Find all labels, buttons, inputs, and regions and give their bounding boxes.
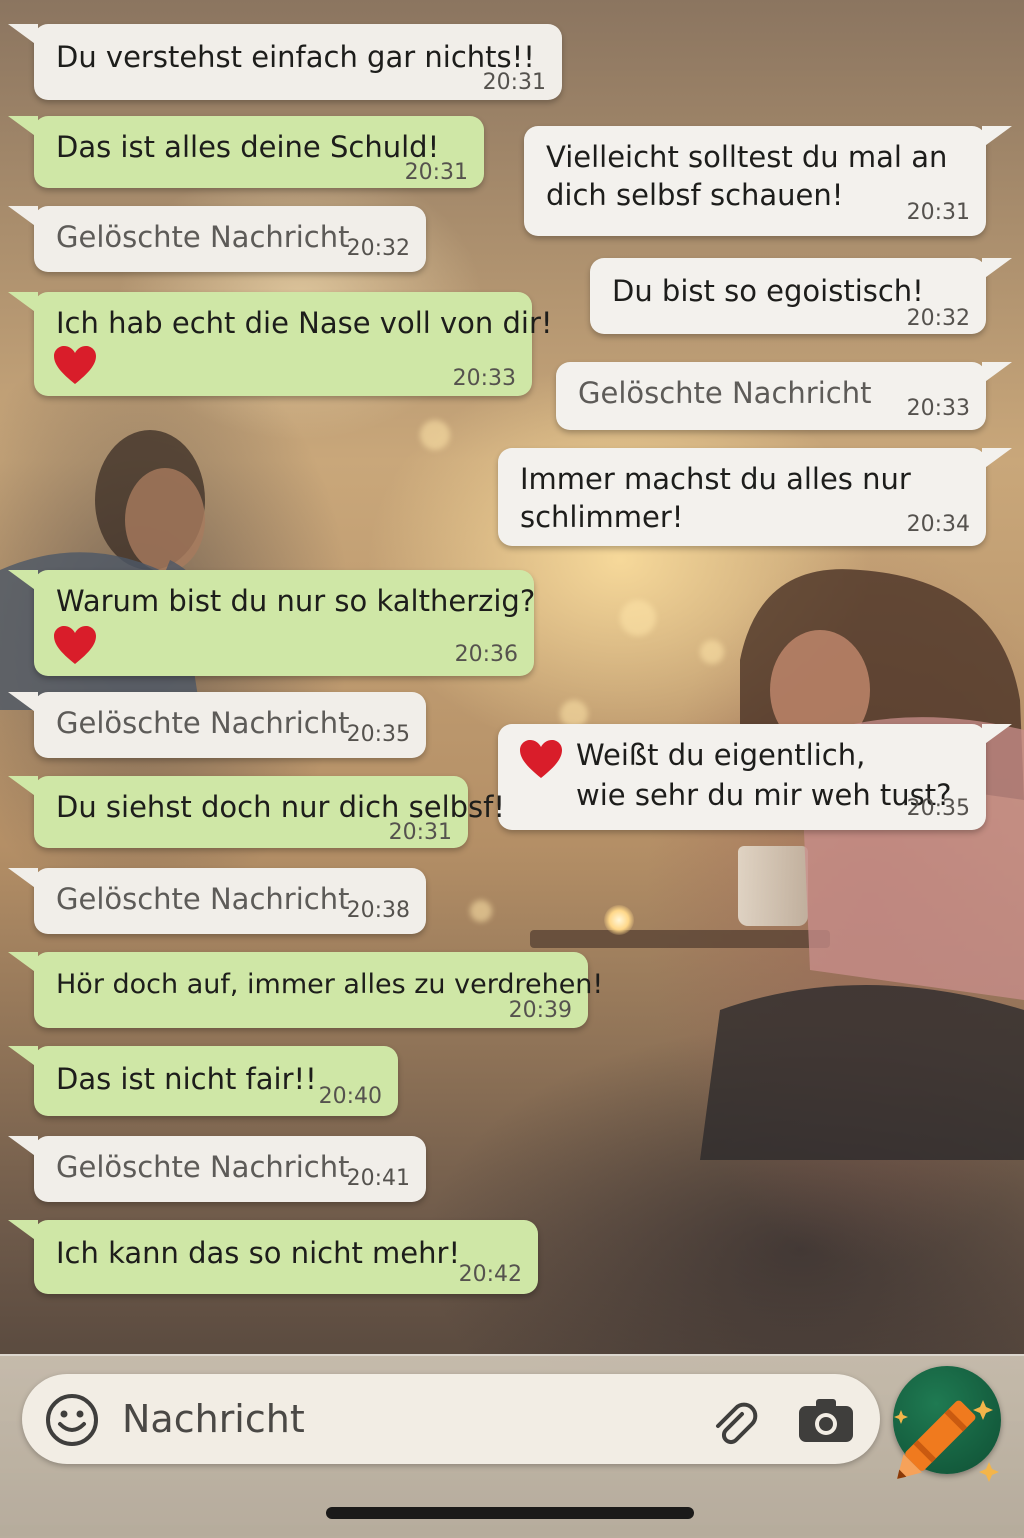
bokeh-light bbox=[620, 600, 656, 636]
send-button[interactable] bbox=[893, 1366, 1001, 1482]
message-time: 20:32 bbox=[906, 306, 970, 331]
message-bubble-m1[interactable]: Du verstehst einfach gar nichts!! 20:31 bbox=[8, 24, 562, 100]
message-bubble-m11[interactable]: Weißt du eigentlich, wie sehr du mir weh… bbox=[498, 724, 1012, 830]
paperclip-icon[interactable] bbox=[708, 1396, 760, 1448]
message-text: Warum bist du nur so kaltherzig? bbox=[56, 584, 536, 618]
message-time: 20:34 bbox=[906, 512, 970, 537]
message-time: 20:31 bbox=[482, 70, 546, 95]
message-bubble-m12[interactable]: Du siehst doch nur dich selbsf! 20:31 bbox=[8, 776, 505, 848]
deleted-message-text: Gelöschte Nachricht bbox=[56, 220, 350, 254]
message-text: Das ist alles deine Schuld! bbox=[56, 130, 440, 164]
message-bubble-m3[interactable]: Vielleicht solltest du mal an dich selbs… bbox=[524, 126, 1012, 236]
message-time: 20:31 bbox=[388, 820, 452, 845]
deleted-message-text: Gelöschte Nachricht bbox=[56, 706, 350, 740]
heart-icon bbox=[54, 626, 96, 664]
deleted-message-text: Gelöschte Nachricht bbox=[56, 882, 350, 916]
message-time: 20:33 bbox=[452, 366, 516, 391]
message-text: Du verstehst einfach gar nichts!! bbox=[56, 40, 535, 74]
message-time: 20:31 bbox=[404, 160, 468, 185]
message-time: 20:38 bbox=[346, 898, 410, 923]
message-text-line: Vielleicht solltest du mal an bbox=[546, 140, 948, 174]
home-indicator bbox=[326, 1507, 694, 1519]
message-text-line: dich selbsf schauen! bbox=[546, 178, 844, 212]
message-time: 20:35 bbox=[906, 796, 970, 821]
message-bubble-m15[interactable]: Das ist nicht fair!! 20:40 bbox=[8, 1046, 398, 1116]
message-text-line: Immer machst du alles nur bbox=[520, 462, 911, 496]
message-bubble-m10[interactable]: Gelöschte Nachricht 20:35 bbox=[8, 692, 426, 758]
message-bubble-m6[interactable]: Ich hab echt die Nase voll von dir! 20:3… bbox=[8, 292, 553, 396]
message-time: 20:39 bbox=[508, 998, 572, 1023]
message-time: 20:32 bbox=[346, 236, 410, 261]
message-time: 20:33 bbox=[906, 396, 970, 421]
message-time: 20:35 bbox=[346, 722, 410, 747]
message-bubble-m14[interactable]: Hör doch auf, immer alles zu verdrehen! … bbox=[8, 952, 603, 1028]
bokeh-light bbox=[470, 900, 492, 922]
deleted-message-text: Gelöschte Nachricht bbox=[578, 376, 872, 410]
message-time: 20:31 bbox=[906, 200, 970, 225]
sad-woman-illustration bbox=[700, 569, 1024, 1160]
message-bubble-m7[interactable]: Gelöschte Nachricht 20:33 bbox=[556, 362, 1012, 430]
message-bubble-m16[interactable]: Gelöschte Nachricht 20:41 bbox=[8, 1136, 426, 1202]
candle-light bbox=[604, 905, 634, 935]
message-text-line: schlimmer! bbox=[520, 500, 684, 534]
message-time: 20:36 bbox=[454, 642, 518, 667]
crayon-icon bbox=[894, 1400, 999, 1482]
message-text: Ich hab echt die Nase voll von dir! bbox=[56, 306, 553, 340]
message-text: Das ist nicht fair!! bbox=[56, 1062, 317, 1096]
message-bubble-m17[interactable]: Ich kann das so nicht mehr! 20:42 bbox=[8, 1220, 538, 1294]
message-composer bbox=[22, 1374, 880, 1464]
deleted-message-text: Gelöschte Nachricht bbox=[56, 1150, 350, 1184]
smiley-icon[interactable] bbox=[44, 1392, 100, 1448]
message-bubble-m5[interactable]: Du bist so egoistisch! 20:32 bbox=[590, 258, 1012, 334]
message-time: 20:40 bbox=[318, 1084, 382, 1109]
message-bubble-m8[interactable]: Immer machst du alles nur schlimmer! 20:… bbox=[498, 448, 1012, 546]
message-bubble-m2[interactable]: Das ist alles deine Schuld! 20:31 bbox=[8, 116, 484, 188]
heart-icon bbox=[520, 740, 562, 778]
message-bubble-m9[interactable]: Warum bist du nur so kaltherzig? 20:36 bbox=[8, 570, 536, 676]
message-input[interactable] bbox=[122, 1396, 682, 1442]
heart-icon bbox=[54, 346, 96, 384]
message-time: 20:42 bbox=[458, 1262, 522, 1287]
message-text: Ich kann das so nicht mehr! bbox=[56, 1236, 461, 1270]
message-time: 20:41 bbox=[346, 1166, 410, 1191]
bokeh-light bbox=[420, 420, 450, 450]
message-bubble-m4[interactable]: Gelöschte Nachricht 20:32 bbox=[8, 206, 426, 272]
message-text-line: wie sehr du mir weh tust? bbox=[576, 778, 952, 812]
message-bubble-m13[interactable]: Gelöschte Nachricht 20:38 bbox=[8, 868, 426, 934]
camera-icon[interactable] bbox=[796, 1394, 856, 1446]
message-text-line: Weißt du eigentlich, bbox=[576, 738, 866, 772]
message-text: Du bist so egoistisch! bbox=[612, 274, 924, 308]
